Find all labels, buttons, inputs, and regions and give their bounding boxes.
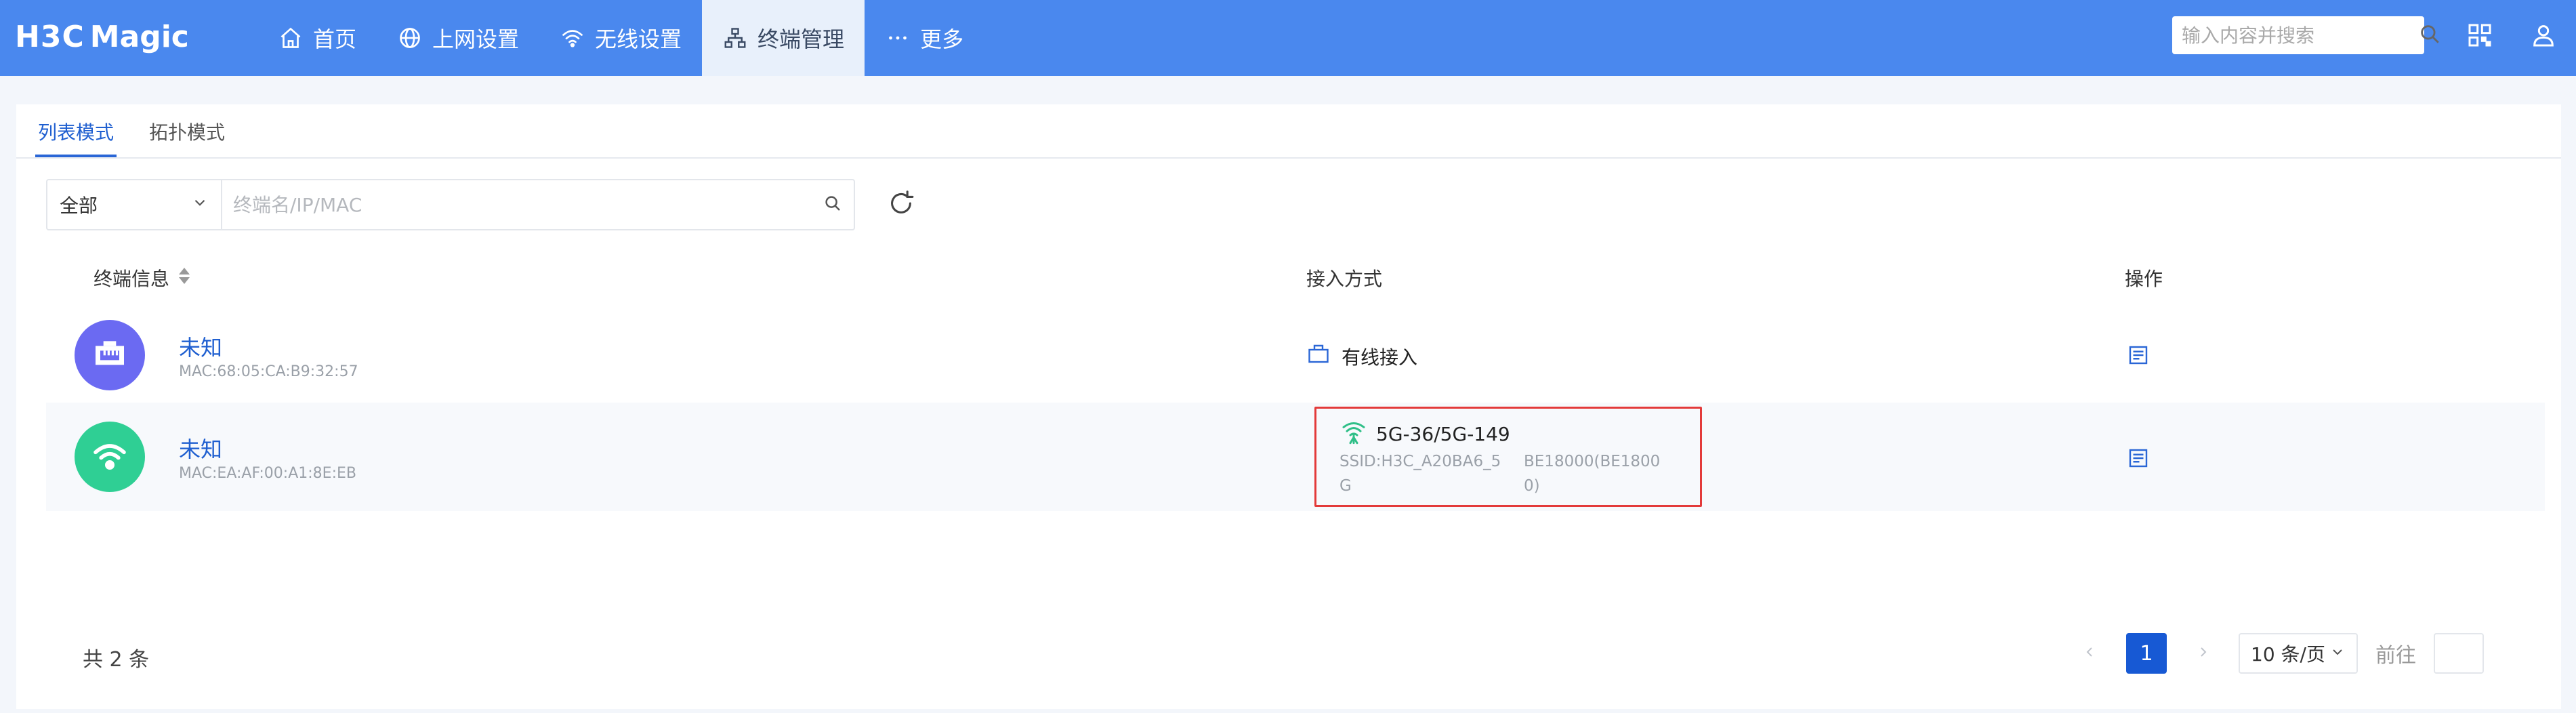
search-icon[interactable] (2418, 22, 2441, 48)
global-search-input[interactable] (2182, 24, 2418, 47)
nav-item-more[interactable]: 更多 (865, 0, 984, 76)
detail-icon (2126, 449, 2151, 473)
detail-icon (2126, 346, 2151, 370)
detail-button[interactable] (2126, 446, 2151, 470)
wireless-access-cell: 5G-36/5G-149 SSID:H3C_A20BA6_5G BE18000(… (1314, 407, 1702, 507)
device-avatar (75, 320, 145, 390)
wired-connection-icon (1306, 342, 1342, 371)
filter-selected-value: 全部 (60, 195, 98, 217)
nav-label: 首页 (313, 26, 357, 52)
column-label: 终端信息 (94, 268, 170, 290)
pagination: 1 10 条/页 前往 (2076, 633, 2484, 674)
user-icon[interactable] (2529, 20, 2558, 50)
access-method-text: 有线接入 (1342, 346, 1418, 369)
next-page-button[interactable] (2190, 640, 2217, 667)
logo-magic: Magic (89, 19, 189, 54)
device-name-link[interactable]: 未知 (179, 432, 222, 464)
device-list-panel: 列表模式 拓扑模式 全部 终端信息 接入方式 (16, 104, 2561, 709)
nav-item-internet-settings[interactable]: 上网设置 (377, 0, 539, 76)
refresh-button[interactable] (885, 188, 917, 221)
page-size-value: 10 条/页 (2251, 643, 2325, 666)
nav-label: 无线设置 (595, 26, 682, 52)
prev-page-button[interactable] (2076, 640, 2103, 667)
access-method-cell: 有线接入 (1306, 342, 1417, 371)
filter-type-select[interactable]: 全部 (47, 180, 222, 229)
nav-item-device-management[interactable]: 终端管理 (702, 0, 865, 76)
refresh-icon (886, 188, 917, 222)
wireless-ssid: SSID:H3C_A20BA6_5G (1339, 453, 1501, 495)
nav-label: 更多 (920, 26, 964, 52)
nav-item-home[interactable]: 首页 (257, 0, 377, 76)
table-row: 未知 MAC:EA:AF:00:A1:8E:EB 5G-36/5G-149 SS… (46, 403, 2545, 511)
search-icon[interactable] (823, 193, 843, 216)
qr-code-icon[interactable] (2465, 20, 2495, 50)
wifi-icon (560, 25, 585, 51)
device-avatar (75, 422, 145, 492)
table-row: 未知 MAC:68:05:CA:B9:32:57 有线接入 (46, 301, 2545, 409)
topology-icon (722, 25, 748, 51)
nav-label: 上网设置 (432, 26, 520, 52)
nav-label: 终端管理 (757, 26, 845, 52)
device-name-link[interactable]: 未知 (179, 331, 222, 362)
wifi-signal-icon (1339, 418, 1376, 450)
column-access-method: 接入方式 (1306, 264, 1382, 291)
table-header: 终端信息 接入方式 操作 (46, 251, 2545, 301)
sort-icon[interactable] (169, 266, 191, 290)
main-nav: 首页 上网设置 无线设置 终端管理 更多 (257, 0, 984, 76)
column-label: 接入方式 (1306, 268, 1383, 290)
filter-search (222, 180, 854, 229)
tab-topology-mode[interactable]: 拓扑模式 (149, 118, 225, 145)
brand-logo[interactable]: H3C Magic (15, 16, 189, 57)
goto-page-input[interactable] (2434, 633, 2484, 674)
wireless-ap-model: BE18000(BE18000) (1524, 453, 1661, 495)
chevron-down-icon (191, 194, 209, 216)
more-icon (885, 25, 911, 51)
column-label: 操作 (2125, 268, 2163, 290)
chevron-down-icon (2329, 643, 2346, 665)
device-search-input[interactable] (233, 193, 823, 216)
ethernet-icon (91, 335, 129, 375)
page-number-current[interactable]: 1 (2126, 633, 2167, 674)
nav-item-wireless-settings[interactable]: 无线设置 (539, 0, 702, 76)
detail-button[interactable] (2126, 343, 2151, 367)
device-filter: 全部 (46, 179, 855, 230)
tab-list-mode[interactable]: 列表模式 (35, 118, 117, 157)
device-mac: MAC:68:05:CA:B9:32:57 (179, 363, 358, 380)
column-actions: 操作 (2125, 264, 2163, 291)
chevron-left-icon (2081, 644, 2098, 663)
column-device-info[interactable]: 终端信息 (94, 264, 191, 291)
wireless-band: 5G-36/5G-149 (1339, 418, 1510, 450)
total-count: 共 2 条 (83, 648, 150, 672)
home-icon (278, 25, 304, 51)
page-size-select[interactable]: 10 条/页 (2239, 633, 2358, 674)
goto-label: 前往 (2375, 644, 2416, 668)
global-search (2172, 16, 2439, 54)
top-navigation-bar: H3C Magic 首页 上网设置 无线设置 终端管理 更多 输入内容并搜索 (0, 0, 2576, 76)
band-text: 5G-36/5G-149 (1376, 423, 1510, 445)
device-mac: MAC:EA:AF:00:A1:8E:EB (179, 465, 356, 482)
globe-icon (397, 25, 423, 51)
wifi-icon (91, 436, 129, 477)
chevron-right-icon (2195, 644, 2211, 663)
logo-h3c: H3C (15, 19, 85, 54)
view-mode-tabs: 列表模式 拓扑模式 (16, 104, 2561, 159)
